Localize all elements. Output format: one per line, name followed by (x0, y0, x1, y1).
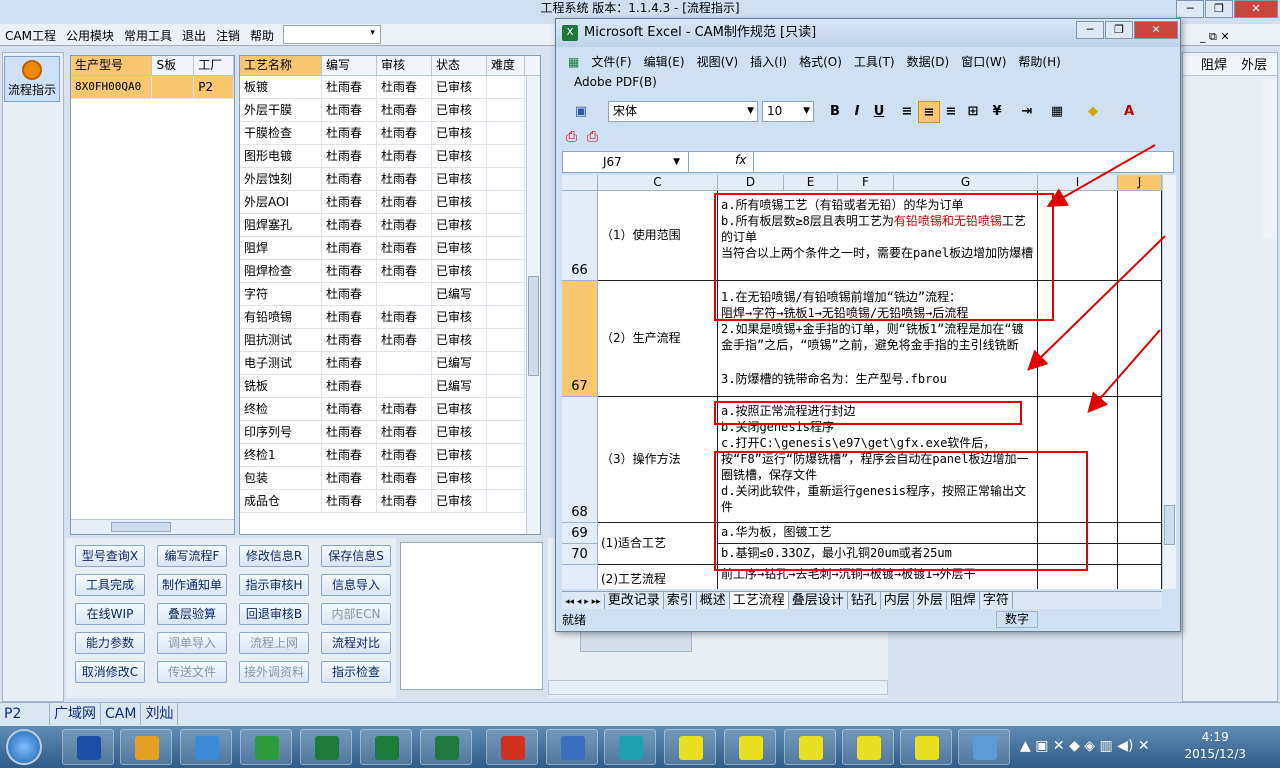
taskbar-button[interactable] (240, 729, 292, 765)
taskbar-button[interactable] (180, 729, 232, 765)
x-app-icon (915, 736, 939, 760)
taskbar-button[interactable] (486, 729, 538, 765)
clock-time: 4:19 (1201, 730, 1229, 744)
x-app-icon (799, 736, 823, 760)
taskbar-button[interactable] (784, 729, 836, 765)
x-app-icon (739, 736, 763, 760)
excel-icon (435, 736, 459, 760)
shell-icon (135, 736, 159, 760)
x-app-icon (679, 736, 703, 760)
taskbar-button[interactable] (664, 729, 716, 765)
system-clock[interactable]: 4:19 2015/12/3 (1184, 729, 1246, 763)
taskbar-button[interactable] (724, 729, 776, 765)
floppy-icon (77, 736, 101, 760)
taskbar-button[interactable] (900, 729, 952, 765)
notepad-icon (195, 736, 219, 760)
taskbar-button[interactable] (62, 729, 114, 765)
excel-icon (375, 736, 399, 760)
arrow-1 (1046, 144, 1156, 207)
taskbar-button[interactable] (300, 729, 352, 765)
system-tray[interactable]: ▲ ▣ ✕ ◆ ◈ ▥ ◀) ✕ (1020, 738, 1150, 754)
p-app-icon (255, 736, 279, 760)
image-icon (973, 736, 997, 760)
x-app-icon (857, 736, 881, 760)
g-app-icon (501, 736, 525, 760)
taskbar-button[interactable] (420, 729, 472, 765)
taskbar-button[interactable] (546, 729, 598, 765)
taskbar-button[interactable] (842, 729, 894, 765)
annotation-arrows (1027, 144, 1166, 414)
taskbar-button[interactable] (120, 729, 172, 765)
taskbar-button[interactable] (604, 729, 656, 765)
disc-icon (619, 736, 643, 760)
excel-icon (315, 736, 339, 760)
start-button[interactable] (6, 729, 42, 765)
word-icon (561, 736, 585, 760)
clock-date: 2015/12/3 (1184, 747, 1246, 761)
arrow-3 (1087, 329, 1161, 414)
taskbar-button[interactable] (958, 729, 1010, 765)
taskbar-button[interactable] (360, 729, 412, 765)
